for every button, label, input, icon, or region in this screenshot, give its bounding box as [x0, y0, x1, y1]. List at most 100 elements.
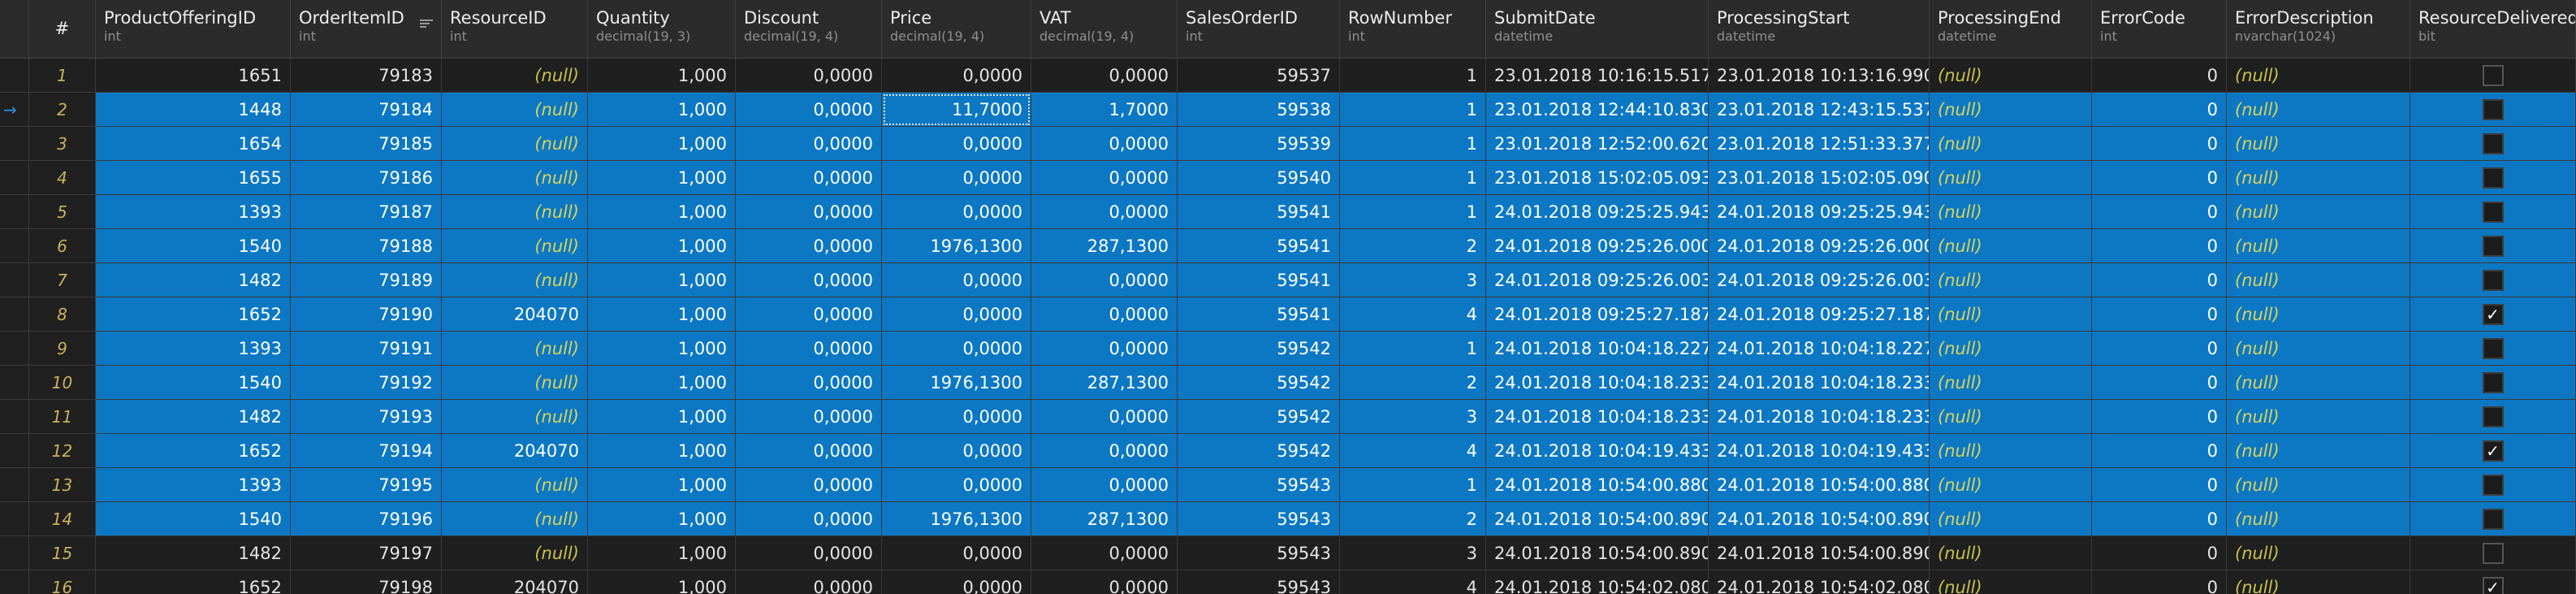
cell-resource-delivered[interactable] [2410, 127, 2576, 161]
cell-product-offering-id[interactable]: 1393 [96, 468, 291, 502]
cell-processing-start[interactable]: 24.01.2018 10:04:19.433 [1709, 434, 1930, 468]
cell-resource-delivered[interactable] [2410, 366, 2576, 400]
cell-error-code[interactable]: 0 [2092, 59, 2227, 93]
cell-discount[interactable]: 0,0000 [736, 195, 882, 229]
cell-error-code[interactable]: 0 [2092, 127, 2227, 161]
column-header-price[interactable]: Price decimal(19, 4) [882, 0, 1031, 58]
cell-error-description[interactable]: (null) [2227, 229, 2410, 263]
cell-product-offering-id[interactable]: 1482 [96, 536, 291, 570]
column-header-sales-order-id[interactable]: SalesOrderID int [1178, 0, 1340, 58]
cell-resource-id[interactable]: (null) [442, 195, 588, 229]
cell-resource-id[interactable]: 204070 [442, 297, 588, 332]
cell-vat[interactable]: 0,0000 [1031, 127, 1178, 161]
cell-sales-order-id[interactable]: 59543 [1178, 468, 1340, 502]
cell-error-code[interactable]: 0 [2092, 229, 2227, 263]
checkmark-icon[interactable]: ✓ [2482, 576, 2504, 594]
cell-processing-start[interactable]: 24.01.2018 10:04:18.227 [1709, 332, 1930, 366]
cell-processing-start[interactable]: 23.01.2018 12:51:33.377 [1709, 127, 1930, 161]
table-row[interactable]: 8 1652 79190 204070 1,000 0,0000 0,0000 0,0000 5… [0, 297, 2576, 332]
cell-product-offering-id[interactable]: 1652 [96, 570, 291, 594]
column-header-discount[interactable]: Discount decimal(19, 4) [736, 0, 882, 58]
cell-resource-delivered[interactable]: ✓ [2410, 297, 2576, 332]
row-number[interactable]: 4 [29, 161, 96, 195]
cell-discount[interactable]: 0,0000 [736, 536, 882, 570]
cell-resource-id[interactable]: (null) [442, 366, 588, 400]
cell-processing-end[interactable]: (null) [1930, 127, 2092, 161]
row-number[interactable]: 10 [29, 366, 96, 400]
row-gutter[interactable]: → [0, 93, 29, 127]
cell-row-number[interactable]: 2 [1340, 366, 1486, 400]
checkbox-unchecked[interactable] [2482, 269, 2504, 291]
cell-submit-date[interactable]: 24.01.2018 10:54:00.890 [1486, 536, 1709, 570]
results-grid[interactable]: # ProductOfferingID int OrderItemID int Resou… [0, 0, 2576, 594]
cell-error-code[interactable]: 0 [2092, 195, 2227, 229]
cell-resource-delivered[interactable] [2410, 332, 2576, 366]
cell-processing-start[interactable]: 24.01.2018 10:54:00.890 [1709, 536, 1930, 570]
cell-submit-date[interactable]: 23.01.2018 15:02:05.093 [1486, 161, 1709, 195]
row-number[interactable]: 12 [29, 434, 96, 468]
column-header-row-number[interactable]: RowNumber int [1340, 0, 1486, 58]
cell-discount[interactable]: 0,0000 [736, 161, 882, 195]
cell-error-code[interactable]: 0 [2092, 93, 2227, 127]
cell-processing-start[interactable]: 23.01.2018 15:02:05.090 [1709, 161, 1930, 195]
cell-submit-date[interactable]: 24.01.2018 09:25:26.000 [1486, 229, 1709, 263]
cell-vat[interactable]: 0,0000 [1031, 161, 1178, 195]
cell-row-number[interactable]: 4 [1340, 297, 1486, 332]
cell-row-number[interactable]: 4 [1340, 570, 1486, 594]
cell-processing-end[interactable]: (null) [1930, 59, 2092, 93]
cell-error-code[interactable]: 0 [2092, 161, 2227, 195]
checkbox-unchecked[interactable] [2482, 508, 2504, 530]
cell-processing-end[interactable]: (null) [1930, 263, 2092, 297]
cell-resource-id[interactable]: (null) [442, 127, 588, 161]
cell-submit-date[interactable]: 24.01.2018 10:54:00.890 [1486, 502, 1709, 536]
table-row[interactable]: 3 1654 79185 (null) 1,000 0,0000 0,0000 0,0000 5… [0, 127, 2576, 161]
cell-processing-end[interactable]: (null) [1930, 195, 2092, 229]
cell-processing-end[interactable]: (null) [1930, 332, 2092, 366]
cell-row-number[interactable]: 1 [1340, 468, 1486, 502]
table-row[interactable]: 5 1393 79187 (null) 1,000 0,0000 0,0000 0,0000 5… [0, 195, 2576, 229]
cell-resource-id[interactable]: 204070 [442, 434, 588, 468]
cell-error-code[interactable]: 0 [2092, 570, 2227, 594]
cell-submit-date[interactable]: 23.01.2018 12:52:00.620 [1486, 127, 1709, 161]
cell-sales-order-id[interactable]: 59542 [1178, 434, 1340, 468]
checkbox-unchecked[interactable] [2482, 405, 2504, 427]
checkbox-unchecked[interactable] [2482, 98, 2504, 120]
cell-resource-delivered[interactable] [2410, 195, 2576, 229]
cell-row-number[interactable]: 3 [1340, 400, 1486, 434]
checkmark-icon[interactable]: ✓ [2482, 303, 2504, 325]
checkbox-unchecked[interactable] [2482, 371, 2504, 393]
cell-order-item-id[interactable]: 79196 [291, 502, 442, 536]
cell-discount[interactable]: 0,0000 [736, 263, 882, 297]
table-row[interactable]: 7 1482 79189 (null) 1,000 0,0000 0,0000 0,0000 5… [0, 263, 2576, 297]
cell-product-offering-id[interactable]: 1540 [96, 502, 291, 536]
cell-row-number[interactable]: 4 [1340, 434, 1486, 468]
row-number[interactable]: 16 [29, 570, 96, 594]
checkbox-unchecked[interactable] [2482, 201, 2504, 223]
row-gutter[interactable] [0, 195, 29, 229]
cell-row-number[interactable]: 3 [1340, 263, 1486, 297]
cell-price[interactable]: 0,0000 [882, 161, 1031, 195]
row-gutter[interactable] [0, 502, 29, 536]
cell-quantity[interactable]: 1,000 [588, 161, 736, 195]
cell-error-description[interactable]: (null) [2227, 536, 2410, 570]
cell-error-description[interactable]: (null) [2227, 434, 2410, 468]
cell-order-item-id[interactable]: 79183 [291, 59, 442, 93]
column-header-quantity[interactable]: Quantity decimal(19, 3) [588, 0, 736, 58]
cell-quantity[interactable]: 1,000 [588, 127, 736, 161]
row-gutter[interactable] [0, 263, 29, 297]
cell-quantity[interactable]: 1,000 [588, 434, 736, 468]
cell-error-code[interactable]: 0 [2092, 468, 2227, 502]
cell-product-offering-id[interactable]: 1393 [96, 332, 291, 366]
cell-price[interactable]: 11,7000 [882, 93, 1031, 127]
cell-discount[interactable]: 0,0000 [736, 93, 882, 127]
row-number[interactable]: 13 [29, 468, 96, 502]
column-header-resource-id[interactable]: ResourceID int [442, 0, 588, 58]
cell-discount[interactable]: 0,0000 [736, 468, 882, 502]
cell-discount[interactable]: 0,0000 [736, 400, 882, 434]
row-gutter[interactable] [0, 127, 29, 161]
cell-resource-id[interactable]: (null) [442, 400, 588, 434]
cell-resource-id[interactable]: (null) [442, 468, 588, 502]
cell-processing-end[interactable]: (null) [1930, 536, 2092, 570]
cell-resource-delivered[interactable]: ✓ [2410, 570, 2576, 594]
cell-resource-id[interactable]: 204070 [442, 570, 588, 594]
